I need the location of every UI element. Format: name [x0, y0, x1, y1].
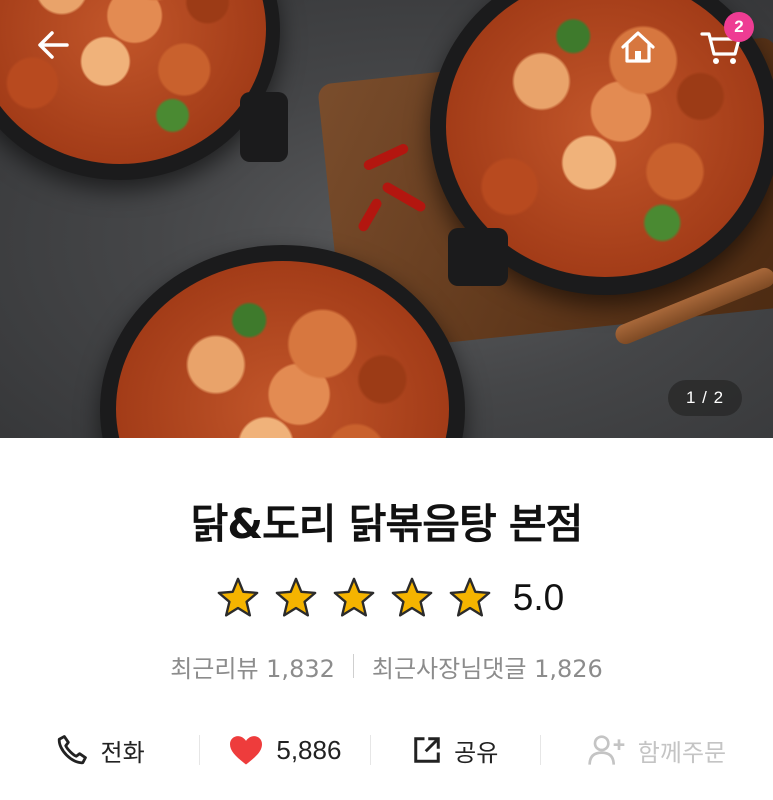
group-order-label: 함께주문: [637, 738, 727, 767]
share-label: 공유: [454, 738, 499, 767]
share-icon: [414, 737, 440, 763]
call-button[interactable]: 전화: [0, 722, 199, 778]
star-icon: [267, 575, 325, 621]
recent-owner-reply-count[interactable]: 최근사장님댓글 1,826: [372, 649, 603, 684]
divider: [352, 654, 354, 678]
review-stats: 최근리뷰 1,832 최근사장님댓글 1,826: [0, 646, 773, 686]
star-icon: [441, 575, 499, 621]
store-title: 닭&도리 닭볶음탕 본점: [190, 500, 584, 548]
store-photo-gallery[interactable]: 2 1 / 2: [0, 0, 773, 438]
star-icon: [209, 575, 267, 621]
braised-chicken: [116, 261, 449, 438]
star-icon: [325, 575, 383, 621]
like-count: 5,886: [276, 734, 342, 765]
action-bar: 전화 5,886 공유 함께주문: [0, 722, 773, 778]
share-button[interactable]: 공유: [371, 722, 540, 778]
rating-row: 5.0: [0, 574, 773, 622]
star-icon: [383, 575, 441, 621]
recent-review-count[interactable]: 최근리뷰 1,832: [170, 649, 335, 684]
pot-handle: [448, 228, 508, 286]
heart-icon: [230, 736, 263, 765]
rating-score: 5.0: [512, 577, 565, 618]
home-button[interactable]: [615, 24, 661, 70]
gallery-page-indicator: 1 / 2: [668, 380, 742, 416]
back-button[interactable]: [30, 22, 76, 68]
cart-count-badge: 2: [724, 12, 754, 42]
pot-handle: [240, 92, 288, 162]
group-order-button[interactable]: 함께주문: [541, 722, 773, 778]
home-icon: [621, 31, 655, 63]
arrow-left-icon: [38, 31, 69, 59]
phone-icon: [57, 735, 87, 765]
like-button[interactable]: 5,886: [200, 722, 369, 778]
add-person-icon: [588, 735, 625, 765]
call-label: 전화: [100, 738, 145, 767]
